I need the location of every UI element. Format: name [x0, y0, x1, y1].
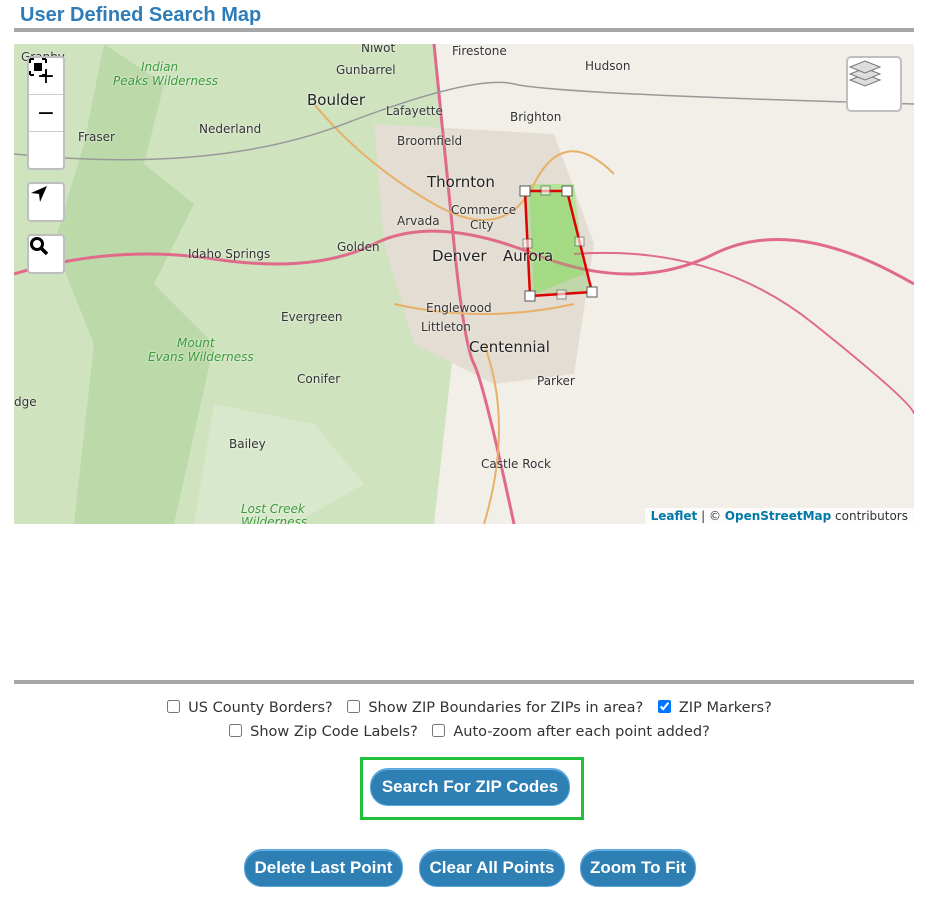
map-label: City [470, 218, 494, 232]
map-label: Bailey [229, 437, 266, 451]
locate-control [27, 182, 65, 222]
zoom-control: + − [27, 56, 65, 170]
map-label: Englewood [426, 301, 492, 315]
delete-last-point-button[interactable]: Delete Last Point [244, 849, 403, 887]
locate-button[interactable] [29, 184, 63, 220]
map-label: Lost Creek [241, 502, 305, 516]
map-label: Parker [537, 374, 575, 388]
search-zip-codes-button[interactable]: Search For ZIP Codes [370, 768, 570, 806]
options-row-1: US County Borders? Show ZIP Boundaries f… [0, 700, 935, 716]
map-label: Golden [337, 240, 380, 254]
attribution-sep: | © [697, 509, 725, 523]
option-zip-labels[interactable]: Show Zip Code Labels? [225, 724, 418, 740]
option-label: Show Zip Code Labels? [250, 724, 418, 740]
map-label: Brighton [510, 110, 562, 124]
polygon-mid-handle [540, 185, 551, 196]
zoom-out-button[interactable]: − [29, 95, 63, 132]
page-title: User Defined Search Map [20, 4, 262, 26]
map-label: dge [14, 395, 37, 409]
map-label: Castle Rock [481, 457, 551, 471]
option-label: Show ZIP Boundaries for ZIPs in area? [368, 700, 644, 716]
map-label: Aurora [503, 247, 554, 265]
map-label: Lafayette [386, 104, 443, 118]
option-zip-boundaries[interactable]: Show ZIP Boundaries for ZIPs in area? [343, 700, 643, 716]
auto-zoom-checkbox[interactable] [432, 724, 446, 737]
search-control [27, 234, 65, 274]
option-label: Auto-zoom after each point added? [453, 724, 710, 740]
divider [14, 28, 914, 32]
polygon-mid-handle [556, 289, 567, 300]
map-label: Gunbarrel [336, 63, 396, 77]
layers-button[interactable] [846, 56, 902, 112]
clear-all-points-button[interactable]: Clear All Points [419, 849, 565, 887]
option-label: ZIP Markers? [678, 700, 772, 716]
option-county-borders[interactable]: US County Borders? [163, 700, 333, 716]
map-tiles [14, 44, 914, 524]
county-borders-checkbox[interactable] [167, 700, 181, 713]
layers-icon [848, 60, 882, 87]
map-label: Evergreen [281, 310, 343, 324]
location-arrow-icon [31, 186, 47, 202]
option-zip-markers[interactable]: ZIP Markers? [654, 700, 772, 716]
map-label: Wilderness [241, 515, 307, 524]
attribution: Leaflet | © OpenStreetMap contributors [644, 508, 914, 524]
map-label: Centennial [469, 338, 550, 356]
map-label: Peaks Wilderness [113, 74, 218, 88]
attribution-suffix: contributors [831, 509, 908, 523]
map-label: Nederland [199, 122, 262, 136]
polygon-vertex-handle [586, 286, 598, 298]
polygon-vertex-handle [519, 185, 531, 197]
fullscreen-icon [29, 58, 47, 76]
option-auto-zoom[interactable]: Auto-zoom after each point added? [428, 724, 710, 740]
fullscreen-button[interactable] [29, 58, 63, 168]
map-label: Boulder [307, 91, 366, 109]
polygon-mid-handle [574, 236, 585, 247]
map[interactable]: Niwot Firestone Gunbarrel Hudson Boulder… [14, 44, 914, 524]
options-row-2: Show Zip Code Labels? Auto-zoom after ea… [0, 724, 935, 740]
map-label: Thornton [427, 173, 495, 191]
polygon-vertex-handle [561, 185, 573, 197]
map-label: Niwot [361, 44, 396, 55]
zip-markers-checkbox[interactable] [657, 700, 671, 713]
map-label: Hudson [585, 59, 631, 73]
map-label: Indian [141, 60, 179, 74]
map-label: Evans Wilderness [148, 350, 254, 364]
zoom-to-fit-button[interactable]: Zoom To Fit [580, 849, 696, 887]
map-label: Idaho Springs [188, 247, 271, 261]
polygon-vertex-handle [524, 290, 536, 302]
osm-link[interactable]: OpenStreetMap [725, 509, 831, 523]
map-label: Mount [177, 336, 215, 350]
map-label: Arvada [397, 214, 440, 228]
map-label: Commerce [451, 203, 517, 217]
map-label: Conifer [297, 372, 341, 386]
divider [14, 680, 914, 684]
map-label: Broomfield [397, 134, 463, 148]
search-icon [30, 237, 49, 256]
option-label: US County Borders? [188, 700, 333, 716]
map-search-button[interactable] [29, 236, 63, 272]
leaflet-link[interactable]: Leaflet [651, 509, 698, 523]
zip-labels-checkbox[interactable] [229, 724, 243, 737]
map-label: Littleton [421, 320, 471, 334]
zip-boundaries-checkbox[interactable] [347, 700, 361, 713]
map-label: Firestone [452, 44, 507, 58]
map-label: Denver [432, 247, 487, 265]
map-label: Fraser [78, 130, 115, 144]
